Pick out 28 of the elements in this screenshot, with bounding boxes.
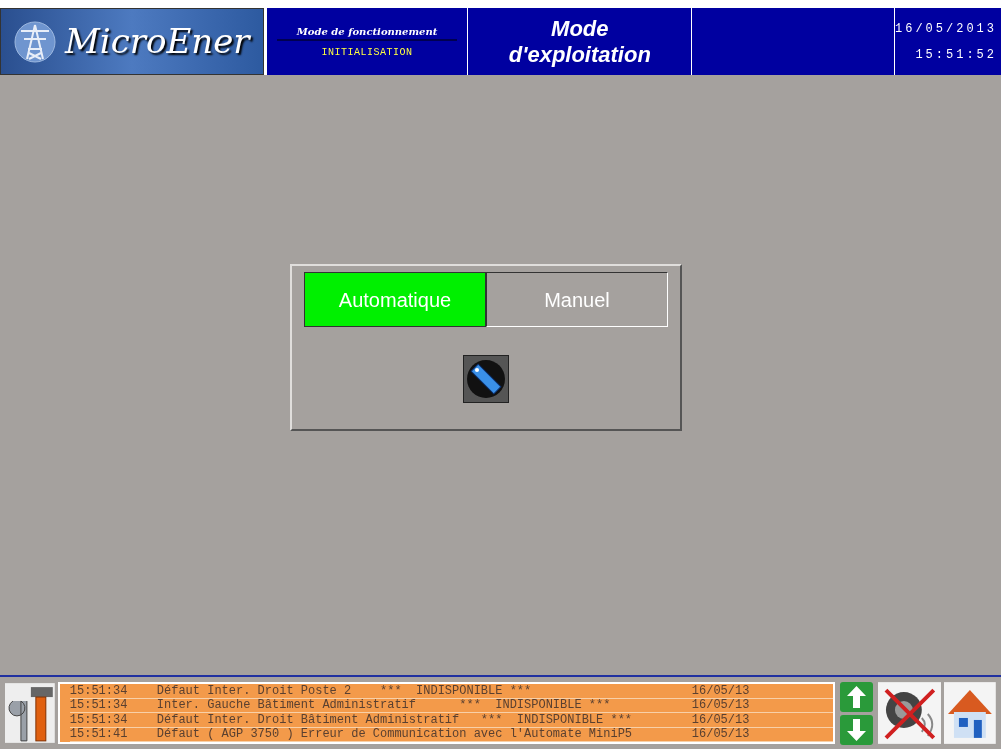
knob-button[interactable] <box>463 355 509 403</box>
scroll-down-button[interactable] <box>839 714 873 745</box>
alarm-message: Inter. Gauche Bâtiment Administratif *** INDISPONIBLE *** <box>156 699 612 712</box>
alarm-time: 15:51:34 <box>69 713 129 726</box>
page-title-line: Mode <box>551 15 609 42</box>
mode-value: INITIALISATION <box>321 45 413 60</box>
mode-label: Mode de fonctionnement <box>277 23 458 41</box>
alarm-date: 16/05/13 <box>691 684 750 697</box>
alarm-date: 16/05/13 <box>691 699 750 712</box>
alarm-date: 16/05/13 <box>691 728 750 741</box>
home-icon[interactable] <box>944 682 996 744</box>
date-text: 16/05/2013 <box>895 20 997 38</box>
alarm-date: 16/05/13 <box>691 713 750 726</box>
muted-speaker-icon[interactable] <box>877 682 942 744</box>
mode-option-button[interactable]: Manuel <box>486 272 668 327</box>
page-title-line: d'exploitation <box>508 41 651 68</box>
mode-option-button[interactable]: Automatique <box>304 272 486 327</box>
alarm-message: Défaut Inter. Droit Bâtiment Administratif *** INDISPONIBLE *** <box>156 713 634 726</box>
time-text: 15:51:52 <box>915 46 997 64</box>
alarm-time: 15:51:34 <box>69 699 129 712</box>
logo-text: MicroEner <box>65 20 250 63</box>
knob-icon <box>466 359 506 399</box>
scroll-up-button[interactable] <box>839 681 873 712</box>
tools-icon[interactable] <box>5 683 55 743</box>
alarm-message: Défaut ( AGP 3750 ) Erreur de Communication avec l'Automate MiniP5 <box>156 728 634 741</box>
alarm-time: 15:51:41 <box>69 728 129 741</box>
alarm-message: Défaut Inter. Droit Poste 2 *** INDISPONIBLE *** <box>156 684 533 697</box>
alarm-time: 15:51:34 <box>69 684 129 697</box>
